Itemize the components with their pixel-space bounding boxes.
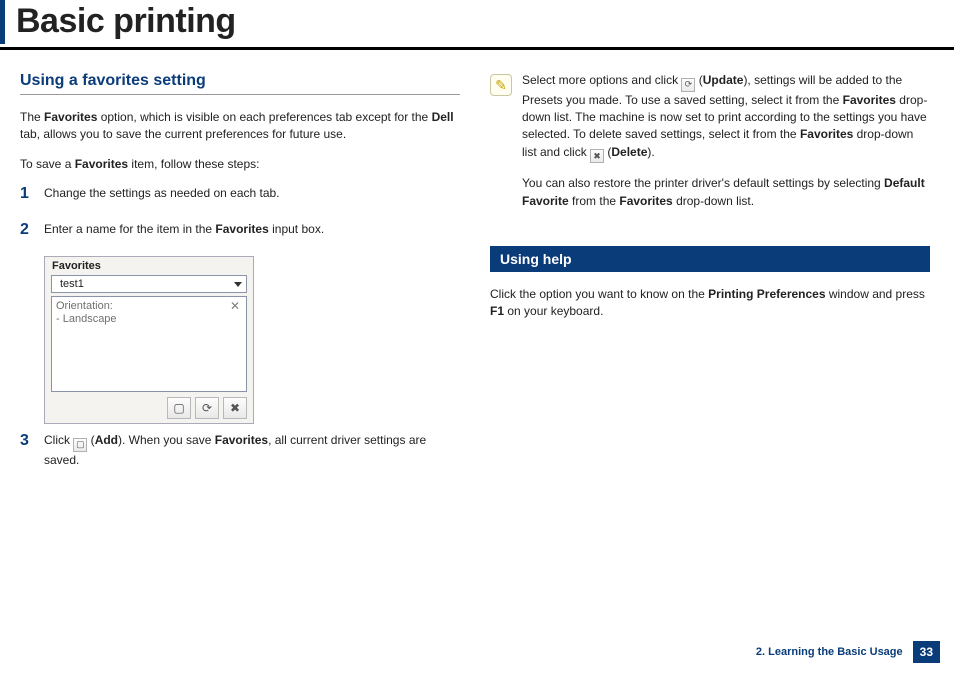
steps-list-cont: 3 Click ▢ (Add). When you save Favorites… (20, 432, 460, 469)
favorites-dropdown[interactable]: test1 (51, 275, 247, 293)
step-2: 2 Enter a name for the item in the Favor… (20, 221, 460, 239)
add-button[interactable]: ▢ (167, 397, 191, 419)
orientation-value: - Landscape (56, 313, 242, 325)
step-number: 2 (20, 221, 44, 239)
chapter-label: 2. Learning the Basic Usage (756, 646, 903, 658)
page-number: 33 (913, 641, 940, 663)
page-header: Basic printing (0, 0, 954, 50)
favorites-panel: Favorites test1 Orientation: ✕ - Landsca… (44, 256, 254, 424)
favorites-intro: The Favorites option, which is visible o… (20, 109, 460, 144)
help-paragraph: Click the option you want to know on the… (490, 286, 930, 321)
orientation-label: Orientation: (56, 300, 113, 312)
step-1: 1 Change the settings as needed on each … (20, 185, 460, 203)
favorites-selected: test1 (60, 278, 84, 290)
step-number: 1 (20, 185, 44, 203)
right-column: ✎ Select more options and click ⟳ (Updat… (490, 72, 930, 487)
add-icon: ▢ (73, 438, 87, 452)
favorites-buttons: ▢ ⟳ ✖ (48, 395, 250, 420)
favorites-list: Orientation: ✕ - Landscape (51, 296, 247, 392)
step-body: Change the settings as needed on each ta… (44, 185, 280, 203)
help-heading: Using help (490, 246, 930, 272)
header-accent (0, 0, 5, 44)
chevron-down-icon (234, 282, 242, 287)
delete-button[interactable]: ✖ (223, 397, 247, 419)
steps-list: 1 Change the settings as needed on each … (20, 185, 460, 238)
update-icon: ⟳ (681, 78, 695, 92)
note-content: Select more options and click ⟳ (Update)… (522, 72, 930, 222)
close-icon[interactable]: ✕ (230, 299, 242, 313)
page-footer: 2. Learning the Basic Usage 33 (756, 641, 940, 663)
step-body: Click ▢ (Add). When you save Favorites, … (44, 432, 460, 469)
save-intro: To save a Favorites item, follow these s… (20, 156, 460, 173)
content-columns: Using a favorites setting The Favorites … (0, 50, 954, 487)
note-p1: Select more options and click ⟳ (Update)… (522, 72, 930, 163)
step-number: 3 (20, 432, 44, 469)
page-title: Basic printing (12, 0, 954, 45)
step-3: 3 Click ▢ (Add). When you save Favorites… (20, 432, 460, 469)
note-box: ✎ Select more options and click ⟳ (Updat… (490, 72, 930, 222)
note-p2: You can also restore the printer driver'… (522, 175, 930, 210)
favorites-heading: Using a favorites setting (20, 72, 460, 95)
update-button[interactable]: ⟳ (195, 397, 219, 419)
delete-icon: ✖ (590, 149, 604, 163)
note-icon: ✎ (490, 74, 512, 96)
left-column: Using a favorites setting The Favorites … (20, 72, 460, 487)
favorites-panel-title: Favorites (48, 259, 250, 275)
step-body: Enter a name for the item in the Favorit… (44, 221, 324, 239)
